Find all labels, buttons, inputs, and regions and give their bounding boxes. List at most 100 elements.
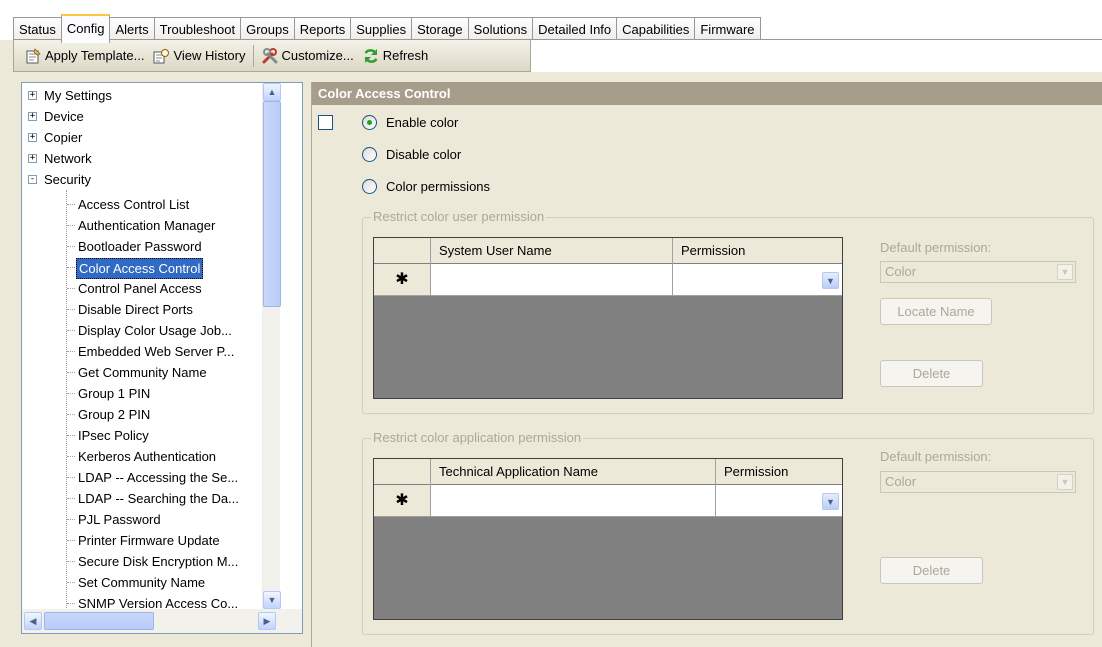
- tree-item-set-community-name[interactable]: Set Community Name: [22, 572, 272, 593]
- view-history-button[interactable]: View History: [148, 44, 249, 68]
- tree-item-disable-direct-ports[interactable]: Disable Direct Ports: [22, 299, 272, 320]
- user-delete-button[interactable]: Delete: [880, 360, 983, 387]
- system-user-name-cell[interactable]: [431, 264, 673, 296]
- apply-template-label: Apply Template...: [45, 48, 145, 63]
- locate-name-button[interactable]: Locate Name: [880, 298, 992, 325]
- tree-connector: [67, 393, 75, 394]
- system-user-name-column[interactable]: System User Name: [431, 238, 673, 264]
- tree-node-copier[interactable]: + Copier: [22, 127, 272, 148]
- tree-node-device[interactable]: + Device: [22, 106, 272, 127]
- tree-item-label: Kerberos Authentication: [78, 449, 217, 464]
- tree-horizontal-scrollbar[interactable]: ◀ ▶: [22, 609, 302, 633]
- tree-item-get-community-name[interactable]: Get Community Name: [22, 362, 272, 383]
- app-grid-new-row: ✱ ▼: [374, 485, 842, 517]
- tree-item-ldap-searching[interactable]: LDAP -- Searching the Da...: [22, 488, 272, 509]
- dropdown-arrow-icon[interactable]: ▼: [822, 272, 839, 289]
- tree-item-printer-firmware-update[interactable]: Printer Firmware Update: [22, 530, 272, 551]
- tree-item-label: Bootloader Password: [78, 239, 202, 254]
- expand-plus-icon[interactable]: +: [28, 112, 37, 121]
- tree-item-display-color-usage[interactable]: Display Color Usage Job...: [22, 320, 272, 341]
- row-header-column: [374, 238, 431, 264]
- expand-plus-icon[interactable]: +: [28, 91, 37, 100]
- user-default-permission-select[interactable]: Color ▼: [880, 261, 1076, 283]
- new-row-marker: ✱: [374, 485, 431, 517]
- tree-item-control-panel-access[interactable]: Control Panel Access: [22, 278, 272, 299]
- tree-vertical-scrollbar[interactable]: ▲ ▼: [262, 83, 281, 609]
- disable-color-radio[interactable]: [362, 147, 377, 162]
- tree-item-secure-disk-encryption[interactable]: Secure Disk Encryption M...: [22, 551, 272, 572]
- tree-item-bootloader-password[interactable]: Bootloader Password: [22, 236, 272, 257]
- color-permissions-radio[interactable]: [362, 179, 377, 194]
- technical-application-name-column[interactable]: Technical Application Name: [431, 459, 716, 485]
- customize-button[interactable]: Customize...: [257, 44, 358, 68]
- app-delete-button[interactable]: Delete: [880, 557, 983, 584]
- permission-column[interactable]: Permission: [673, 238, 842, 264]
- tree-item-label: Control Panel Access: [78, 281, 202, 296]
- tree-item-ldap-accessing[interactable]: LDAP -- Accessing the Se...: [22, 467, 272, 488]
- tree-connector: [67, 288, 75, 289]
- tree-item-access-control-list[interactable]: Access Control List: [22, 194, 272, 215]
- expand-plus-icon[interactable]: +: [28, 154, 37, 163]
- tree-item-label: IPsec Policy: [78, 428, 149, 443]
- tree-connector: [67, 204, 75, 205]
- tree-connector: [67, 246, 75, 247]
- enable-color-label[interactable]: Enable color: [386, 115, 458, 131]
- scroll-down-icon[interactable]: ▼: [263, 591, 281, 609]
- settings-tree: + My Settings + Device + Copier + Networ…: [21, 82, 303, 634]
- scroll-up-icon[interactable]: ▲: [263, 83, 281, 101]
- tree-item-group-1-pin[interactable]: Group 1 PIN: [22, 383, 272, 404]
- tree-node-my-settings[interactable]: + My Settings: [22, 85, 272, 106]
- tree-node-label: Copier: [44, 130, 83, 145]
- tree-connector: [67, 498, 75, 499]
- enable-color-radio[interactable]: [362, 115, 377, 130]
- tree-scroll-thumb[interactable]: [263, 101, 281, 307]
- tree-connector: [67, 540, 75, 541]
- color-permissions-label[interactable]: Color permissions: [386, 179, 490, 195]
- tree-item-group-2-pin[interactable]: Group 2 PIN: [22, 404, 272, 425]
- tree-item-authentication-manager[interactable]: Authentication Manager: [22, 215, 272, 236]
- collapse-minus-icon[interactable]: -: [28, 175, 37, 184]
- tree-connector: [67, 561, 75, 562]
- scroll-left-icon[interactable]: ◀: [24, 612, 42, 630]
- apply-setting-checkbox[interactable]: [318, 115, 333, 130]
- tree-item-kerberos-authentication[interactable]: Kerberos Authentication: [22, 446, 272, 467]
- technical-application-name-cell[interactable]: [431, 485, 716, 517]
- customize-label: Customize...: [281, 48, 354, 63]
- tree-connector: [67, 309, 75, 310]
- app-default-permission-select[interactable]: Color ▼: [880, 471, 1076, 493]
- tree-item-label: Access Control List: [78, 197, 190, 212]
- tree-item-label: Set Community Name: [78, 575, 206, 590]
- panel-splitter[interactable]: [303, 82, 311, 647]
- user-permission-group-title: Restrict color user permission: [371, 209, 547, 225]
- dropdown-arrow-icon: ▼: [1057, 264, 1073, 280]
- apply-template-button[interactable]: Apply Template...: [20, 44, 148, 68]
- tree-node-label: Device: [44, 109, 84, 124]
- app-default-permission-label: Default permission:: [880, 449, 992, 464]
- permission-column[interactable]: Permission: [716, 459, 842, 485]
- tree-item-color-access-control[interactable]: Color Access Control: [22, 257, 272, 279]
- tree-node-security[interactable]: - Security: [22, 169, 272, 190]
- dropdown-arrow-icon[interactable]: ▼: [822, 493, 839, 510]
- view-history-icon: [152, 47, 170, 65]
- app-grid-header: Technical Application Name Permission: [374, 459, 842, 485]
- toolbar: Apply Template... View History Customize…: [13, 40, 531, 72]
- tree-hscroll-thumb[interactable]: [44, 612, 154, 630]
- scroll-right-icon[interactable]: ▶: [258, 612, 276, 630]
- disable-color-label[interactable]: Disable color: [386, 147, 461, 163]
- tree-item-embedded-web-server[interactable]: Embedded Web Server P...: [22, 341, 272, 362]
- permission-dropdown-cell[interactable]: ▼: [673, 264, 842, 296]
- user-default-permission-label: Default permission:: [880, 240, 992, 255]
- tree-connector: [67, 519, 75, 520]
- tab-config[interactable]: Config: [60, 14, 111, 43]
- user-permission-group: Restrict color user permission System Us…: [362, 209, 1094, 414]
- tree-item-pjl-password[interactable]: PJL Password: [22, 509, 272, 530]
- refresh-button[interactable]: Refresh: [358, 44, 433, 68]
- permission-dropdown-cell[interactable]: ▼: [716, 485, 842, 517]
- dropdown-arrow-icon: ▼: [1057, 474, 1073, 490]
- tree-node-label: Network: [44, 151, 92, 166]
- tree-node-label: Security: [44, 172, 91, 187]
- tree-item-ipsec-policy[interactable]: IPsec Policy: [22, 425, 272, 446]
- wrench-icon: [261, 47, 279, 65]
- expand-plus-icon[interactable]: +: [28, 133, 37, 142]
- tree-node-network[interactable]: + Network: [22, 148, 272, 169]
